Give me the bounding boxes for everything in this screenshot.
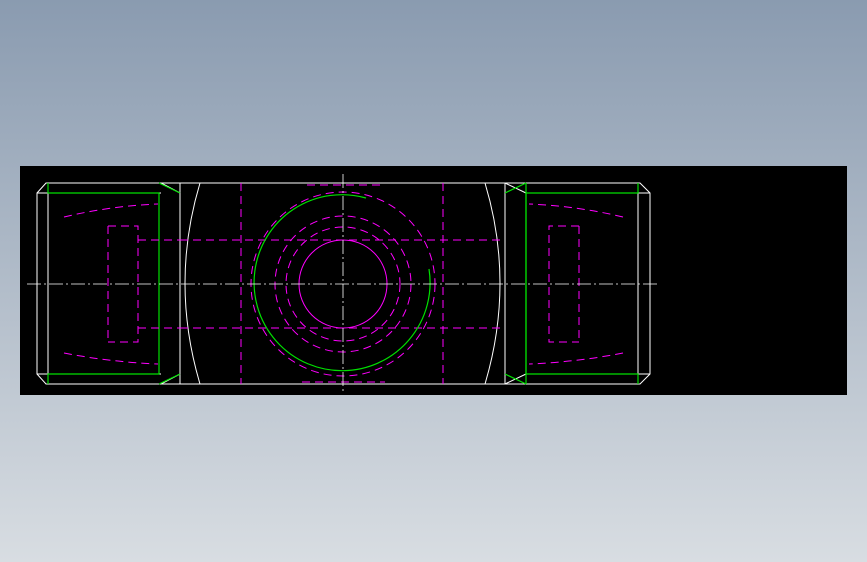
canvas-background xyxy=(20,166,847,395)
cad-viewport[interactable] xyxy=(20,166,847,395)
part-drawing xyxy=(20,166,847,395)
